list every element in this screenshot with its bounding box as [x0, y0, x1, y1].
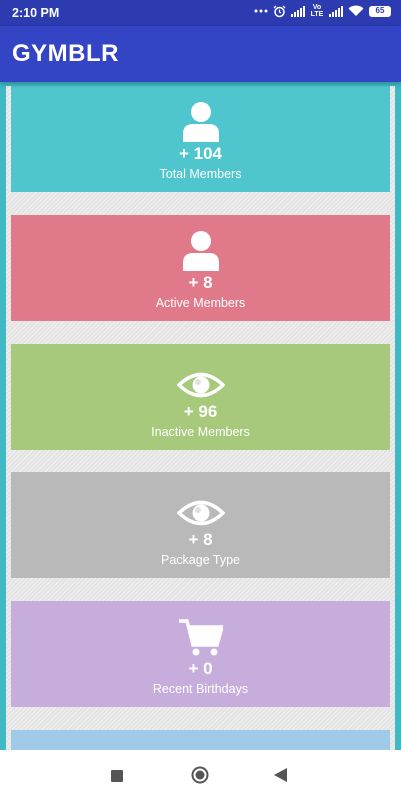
eye-icon [11, 484, 390, 528]
person-icon [11, 227, 390, 271]
cart-icon [11, 613, 390, 657]
status-bar: 2:10 PM Vo LTE 65 [0, 0, 401, 26]
signal-icon-2 [329, 5, 343, 17]
battery-icon: 65 [369, 5, 391, 17]
dashboard-list[interactable]: + 104 Total Members + 8 Active Members +… [6, 86, 395, 750]
home-circle-icon[interactable] [191, 766, 209, 789]
card-count: + 96 [183, 402, 218, 421]
card-partial[interactable] [11, 730, 390, 750]
recents-square-icon[interactable] [111, 769, 123, 787]
volte-indicator: Vo LTE [310, 4, 324, 18]
navigation-bar [0, 750, 401, 800]
card-active-members[interactable]: + 8 Active Members [11, 215, 390, 321]
card-label: Recent Birthdays [152, 682, 249, 696]
back-triangle-icon[interactable] [274, 768, 287, 787]
card-label: Inactive Members [151, 425, 250, 439]
card-count: + 104 [178, 144, 222, 163]
card-count: + 8 [188, 530, 213, 549]
status-icons: Vo LTE 65 [254, 4, 391, 18]
card-package-type[interactable]: + 8 Package Type [11, 472, 390, 578]
wifi-icon [348, 5, 364, 17]
status-time: 2:10 PM [12, 6, 60, 20]
more-notifications-icon [254, 9, 268, 13]
eye-icon [11, 742, 390, 750]
person-icon [11, 98, 390, 142]
card-count: + 0 [188, 659, 213, 678]
app-title: GYMBLR [12, 40, 119, 67]
dashboard-frame: + 104 Total Members + 8 Active Members +… [0, 82, 401, 750]
card-count: + 8 [188, 273, 213, 292]
card-label: Active Members [155, 296, 246, 310]
alarm-icon [273, 5, 286, 18]
card-recent-birthdays[interactable]: + 0 Recent Birthdays [11, 601, 390, 707]
app-bar: GYMBLR [0, 26, 401, 82]
eye-icon [11, 356, 390, 400]
card-total-members[interactable]: + 104 Total Members [11, 86, 390, 192]
signal-icon [291, 5, 305, 17]
card-label: Total Members [159, 167, 242, 181]
card-label: Package Type [161, 553, 240, 567]
card-inactive-members[interactable]: + 96 Inactive Members [11, 344, 390, 450]
